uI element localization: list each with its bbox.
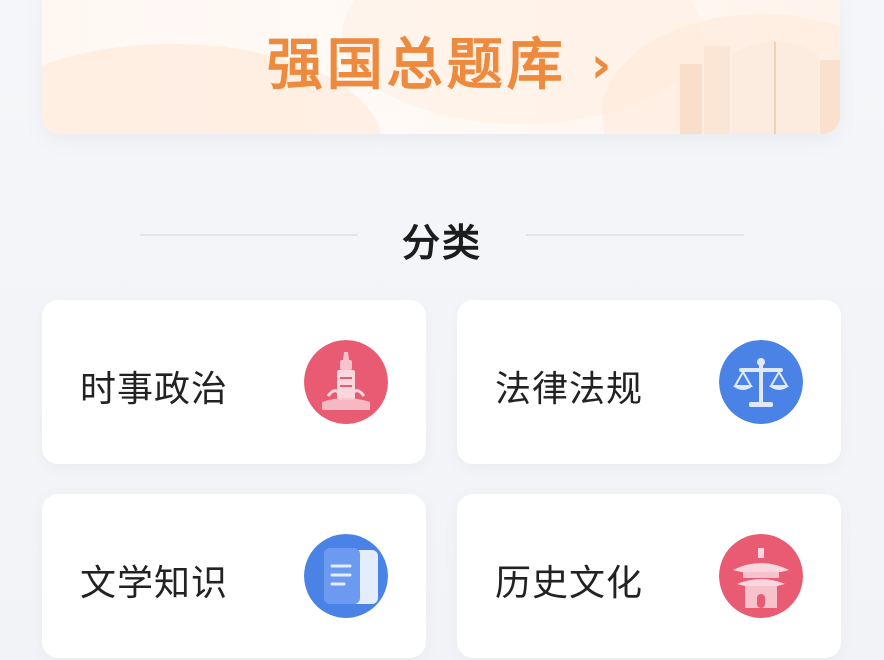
banner-title: 强国总题库 ›	[42, 20, 840, 101]
category-card-law[interactable]: 法律法规	[457, 300, 841, 464]
document-icon	[304, 534, 388, 618]
pavilion-icon	[719, 534, 803, 618]
section-title: 分类	[401, 220, 482, 265]
monument-icon	[304, 340, 388, 424]
category-card-current-affairs[interactable]: 时事政治	[42, 300, 426, 464]
category-section-header: 分类	[0, 206, 884, 265]
category-label: 法律法规	[495, 369, 644, 410]
category-card-history[interactable]: 历史文化	[457, 494, 841, 658]
category-label: 历史文化	[495, 563, 644, 604]
category-card-literature[interactable]: 文学知识	[42, 494, 426, 658]
chevron-right-icon: ›	[590, 36, 616, 94]
question-bank-banner[interactable]: 强国总题库 ›	[42, 0, 840, 134]
divider-right	[526, 234, 744, 236]
category-label: 时事政治	[80, 369, 229, 410]
category-label: 文学知识	[80, 563, 229, 604]
banner-title-text: 强国总题库	[266, 33, 567, 98]
scales-icon	[719, 340, 803, 424]
